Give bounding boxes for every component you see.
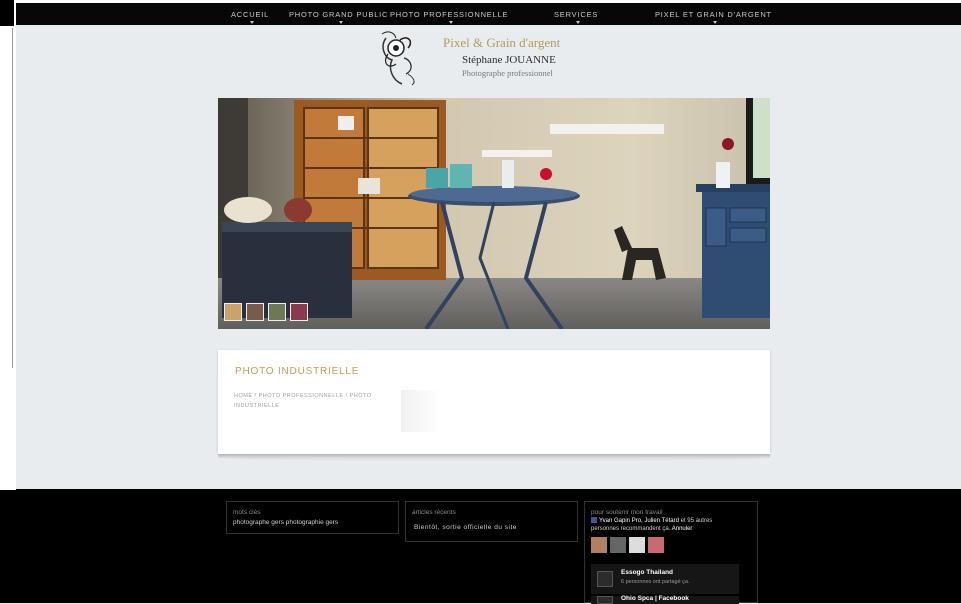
content-shadow (218, 454, 770, 461)
caret-down-icon (449, 21, 454, 24)
widget-title: articles récents (412, 509, 456, 516)
brand-name: Stéphane JOUANNE (462, 54, 556, 66)
post-thumbnail (597, 571, 613, 587)
nav-item-photo-professionnelle[interactable]: PHOTO PROFESSIONNELLE (390, 10, 509, 24)
caret-down-icon (713, 21, 718, 24)
breadcrumb[interactable]: HOME / PHOTO PROFESSIONNELLE / PHOTO IND… (234, 391, 374, 411)
left-edge-line (12, 28, 13, 368)
nav-item-photo-grand-public[interactable]: PHOTO GRAND PUBLIC (289, 10, 389, 24)
avatar[interactable] (610, 537, 626, 553)
slideshow-thumbnail[interactable] (246, 303, 264, 321)
nav-item-label: PIXEL ET GRAIN D'ARGENT (655, 10, 772, 19)
tag-links[interactable]: photographe gers photographie gers (233, 519, 338, 526)
left-edge-footer-block (0, 490, 16, 603)
column-shadow (401, 390, 441, 432)
avatar[interactable] (629, 537, 645, 553)
facebook-cancel-link[interactable]: Annuler (672, 526, 693, 532)
brand-subtitle: Photographe professionnel (462, 68, 553, 78)
flower-logo-icon (381, 31, 415, 86)
nav-item-accueil[interactable]: ACCUEIL (231, 10, 270, 24)
hero-slideshow-image (218, 98, 770, 329)
slideshow-thumbnail[interactable] (224, 303, 242, 321)
widget-title: mots clés (233, 509, 261, 516)
caret-down-icon (250, 21, 255, 24)
footer-recent-widget: articles récents Bientôt, sortie officie… (405, 501, 578, 542)
interior-photo (218, 98, 770, 329)
nav-item-pixel-et-grain[interactable]: PIXEL ET GRAIN D'ARGENT (655, 10, 772, 24)
facebook-names[interactable]: Yvan Gapin Pro, Julien Tétard (599, 518, 679, 524)
brand-title: Pixel & Grain d'argent (443, 35, 561, 50)
avatar[interactable] (591, 537, 607, 553)
nav-item-label: ACCUEIL (231, 10, 270, 19)
nav-item-label: PHOTO PROFESSIONNELLE (390, 10, 509, 19)
slideshow-thumbnail[interactable] (268, 303, 286, 321)
post-subtitle: 6 personnes ont partagé ça. (621, 579, 690, 585)
page-content: PHOTO INDUSTRIELLE HOME / PHOTO PROFESSI… (218, 350, 770, 454)
facebook-post[interactable]: Essogo Thailand 6 personnes ont partagé … (591, 564, 739, 594)
recent-article-link[interactable]: Bientôt, sortie officielle du site (414, 524, 517, 531)
slideshow-thumbnail[interactable] (290, 303, 308, 321)
left-edge-block (0, 0, 14, 26)
caret-down-icon (338, 21, 343, 24)
facebook-like-text: Yvan Gapin Pro, Julien Tétard et 95 autr… (591, 517, 741, 533)
main-nav: ACCUEIL PHOTO GRAND PUBLIC PHOTO PROFESS… (16, 3, 961, 25)
footer-tags-widget: mots clés photographe gers photographie … (226, 501, 399, 534)
post-title: Ohio Spca | Facebook (621, 595, 689, 602)
footer-facebook-widget: pour soutenir mon travail Yvan Gapin Pro… (584, 501, 758, 604)
nav-item-services[interactable]: SERVICES (554, 10, 599, 24)
facebook-icon (591, 517, 597, 524)
post-title: Essogo Thailand (621, 569, 674, 576)
caret-down-icon (576, 21, 581, 24)
footer: mots clés photographe gers photographie … (16, 489, 961, 604)
widget-title: pour soutenir mon travail (591, 509, 663, 516)
site-logo[interactable]: Pixel & Grain d'argent Stéphane JOUANNE … (378, 28, 598, 88)
nav-item-label: SERVICES (554, 10, 599, 19)
page-title: PHOTO INDUSTRIELLE (235, 366, 360, 377)
nav-item-label: PHOTO GRAND PUBLIC (289, 10, 389, 19)
left-edge (0, 0, 16, 603)
avatar[interactable] (648, 537, 664, 553)
